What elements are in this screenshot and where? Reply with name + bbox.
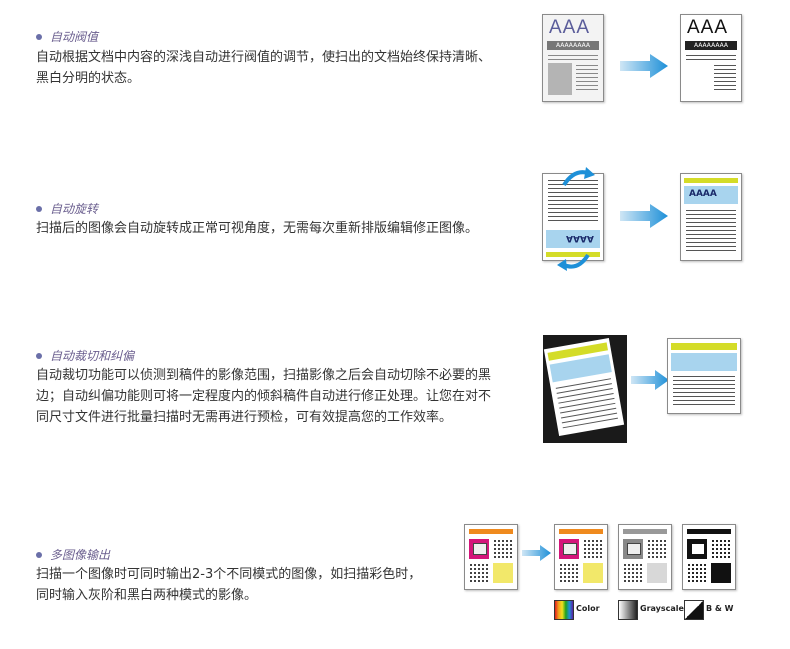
document-before: AAA AAAAAAAA (542, 14, 604, 102)
crop-deskew-figure (543, 335, 748, 445)
legend-bw: B & W (684, 600, 744, 620)
bw-swatch-icon (684, 600, 704, 620)
grayscale-swatch-icon (618, 600, 638, 620)
section-auto-crop-deskew: 自动裁切和纠偏 自动裁切功能可以侦测到稿件的影像范围，扫描影像之后会自动切除不必… (0, 320, 790, 460)
bullet-icon (36, 205, 42, 212)
document-after: AAA AAAAAAAA (680, 14, 742, 102)
document-output-bw (682, 524, 736, 590)
section-description: 扫描一个图像时可同时输出2-3个不同模式的图像，如扫描彩色时， 同时输入灰阶和黑… (36, 567, 422, 603)
multi-output-figure: Color Grayscale B & W (462, 520, 752, 625)
section-description: 自动根据文档中内容的深浅自动进行阀值的调节，使扫出的文档始终保持清晰、 黑白分明… (36, 50, 492, 86)
rotate-figure: AAAA AAAA (540, 165, 745, 271)
section-title: 多图像输出 (36, 546, 110, 563)
document-cropped (667, 338, 741, 414)
color-swatch-icon (554, 600, 574, 620)
section-title: 自动阀值 (36, 28, 98, 45)
document-corrected: AAAA (680, 173, 742, 261)
section-description: 自动裁切功能可以侦测到稿件的影像范围，扫描影像之后会自动切除不必要的黑 边；自动… (36, 368, 492, 425)
bullet-icon (36, 551, 42, 558)
document-output-color (554, 524, 608, 590)
rotate-arrow-bottom-icon (557, 253, 590, 271)
arrow-right-icon (620, 54, 668, 78)
legend-color: Color (554, 600, 614, 620)
arrow-right-icon (620, 204, 668, 228)
rotate-arrow-top-icon (562, 167, 595, 187)
bullet-icon (36, 352, 42, 359)
document-source-color (464, 524, 518, 590)
section-title: 自动旋转 (36, 200, 98, 217)
arrow-right-icon (631, 370, 669, 390)
document-output-grayscale (618, 524, 672, 590)
section-auto-threshold: 自动阀值 自动根据文档中内容的深浅自动进行阀值的调节，使扫出的文档始终保持清晰、… (0, 0, 790, 130)
section-title: 自动裁切和纠偏 (36, 347, 134, 364)
section-description: 扫描后的图像会自动旋转成正常可视角度，无需每次重新排版编辑修正图像。 (36, 221, 479, 236)
threshold-figure: AAA AAAAAAAA AAA AAAAAAAA (540, 13, 745, 103)
arrow-right-icon (522, 545, 551, 561)
section-multi-image-output: 多图像输出 扫描一个图像时可同时输出2-3个不同模式的图像，如扫描彩色时， 同时… (0, 500, 790, 649)
bullet-icon (36, 33, 42, 40)
section-auto-rotate: 自动旋转 扫描后的图像会自动旋转成正常可视角度，无需每次重新排版编辑修正图像。 … (0, 160, 790, 280)
black-scan-background (543, 335, 627, 443)
legend-grayscale: Grayscale (618, 600, 688, 620)
